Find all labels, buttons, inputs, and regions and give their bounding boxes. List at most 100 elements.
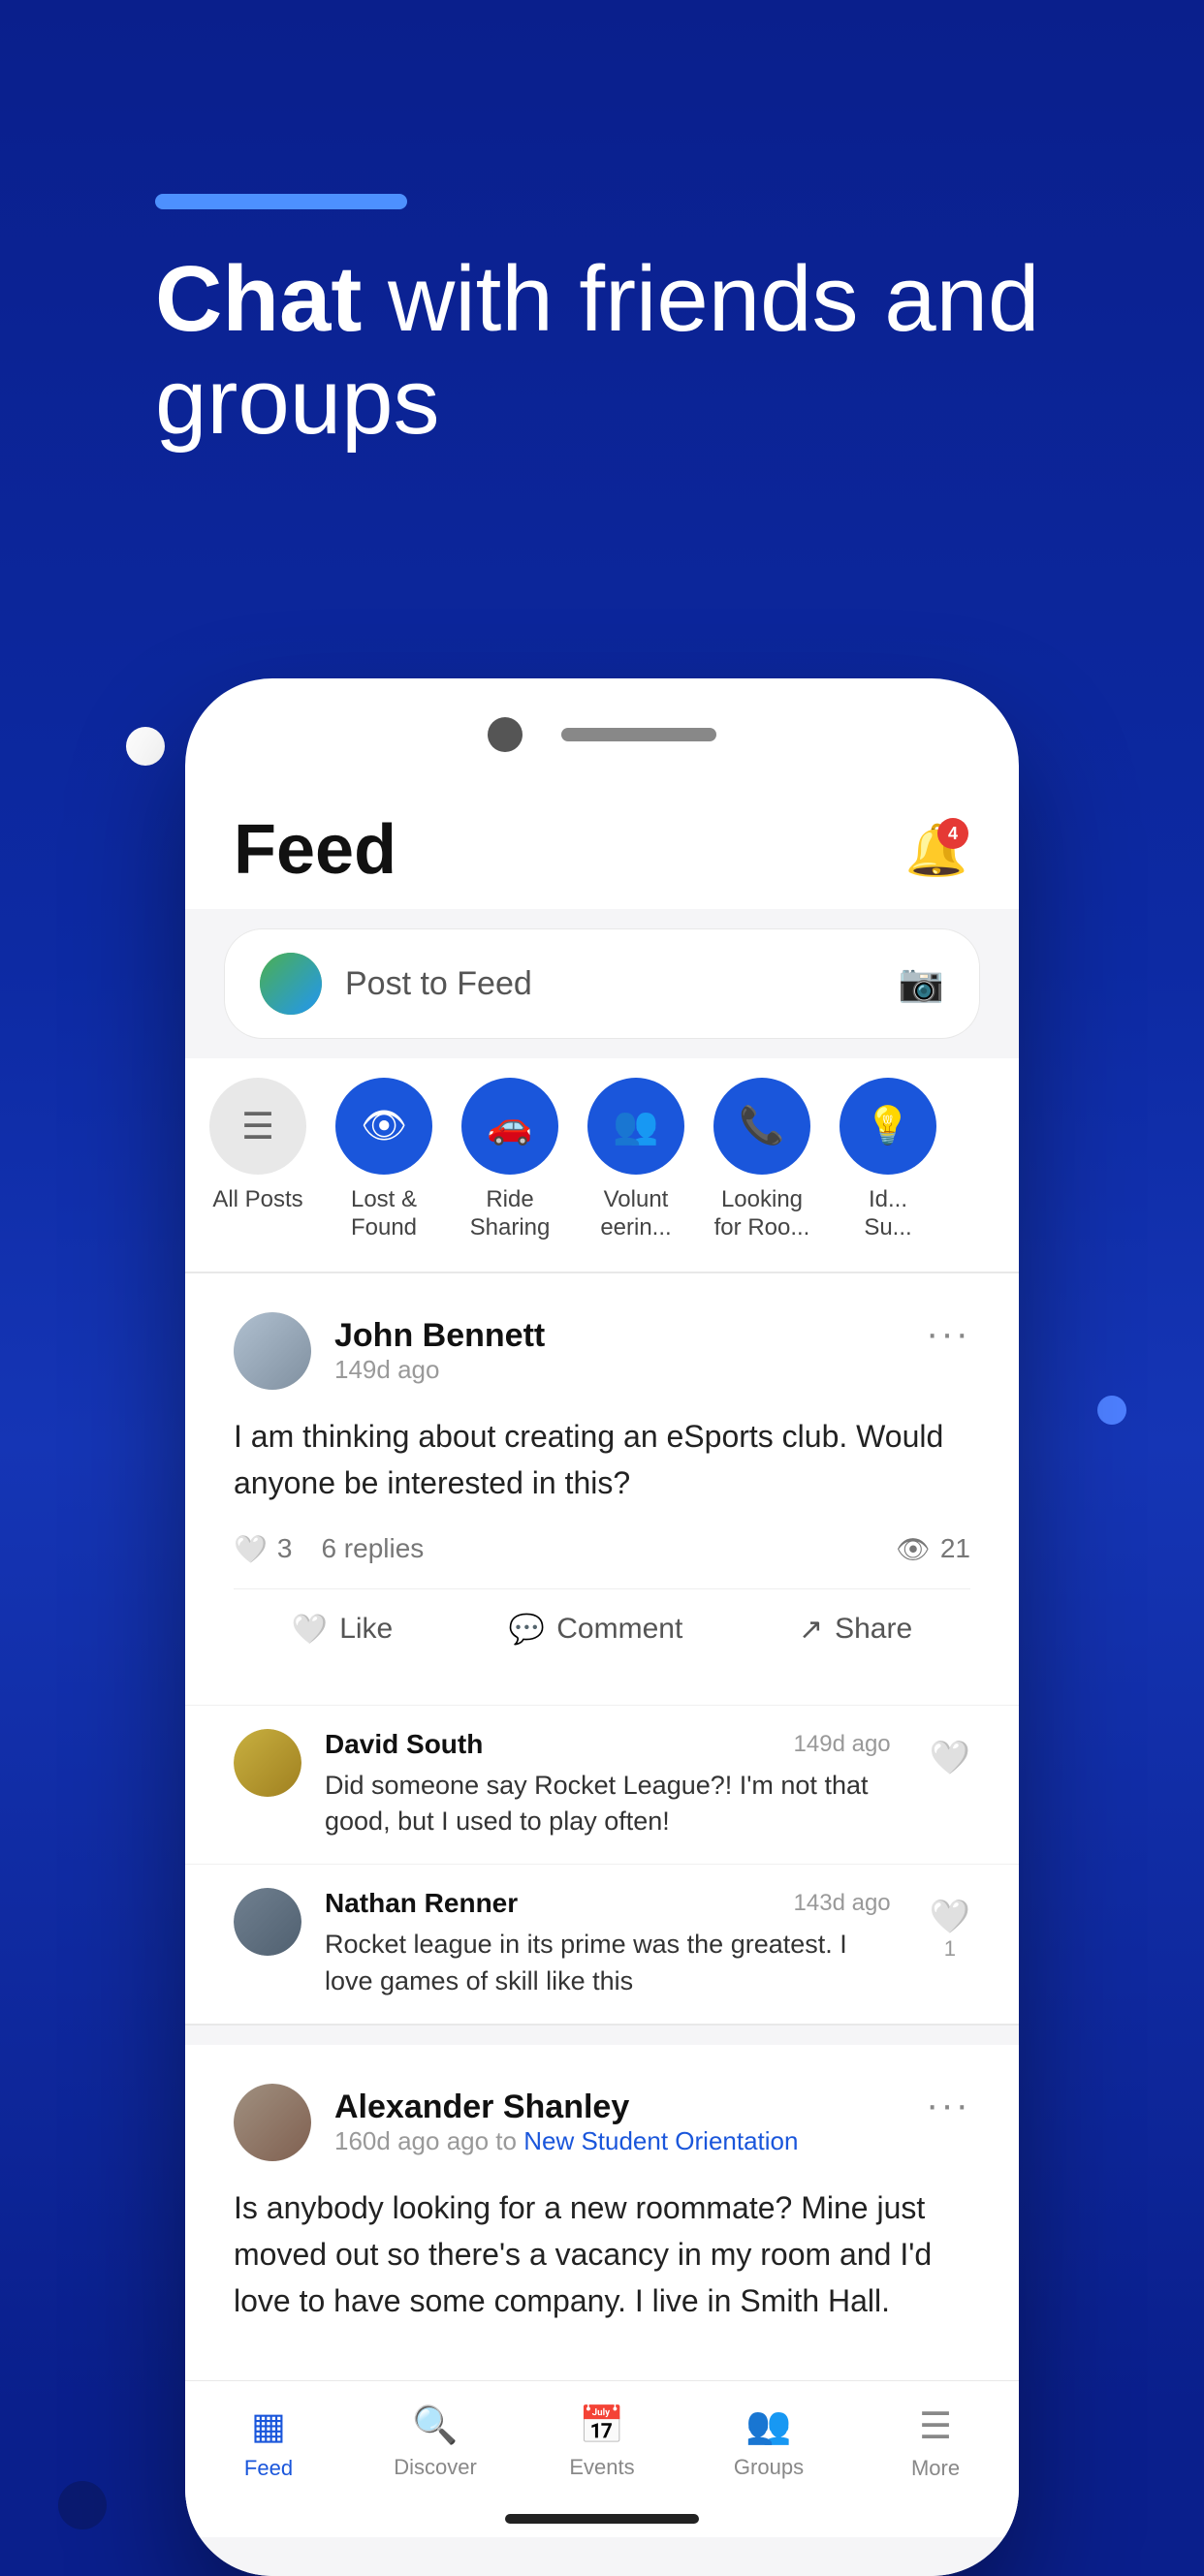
share-label: Share (835, 1613, 912, 1646)
comment-icon: 💬 (509, 1613, 545, 1647)
comment-1-like-area[interactable]: 🤍 (914, 1729, 970, 1777)
nav-discover[interactable]: 🔍 Discover (377, 2404, 493, 2481)
post-2-avatar (234, 2084, 311, 2161)
phone-speaker (561, 728, 716, 741)
roommate-icon-circle: 📞 (713, 1078, 810, 1175)
phone-container: Feed 🔔 4 Post to Feed 📷 (155, 678, 1049, 2576)
comment-2-time: 143d ago (794, 1890, 891, 1917)
post-2-header: Alexander Shanley 160d ago ago to New St… (234, 2084, 970, 2161)
nathan-avatar-img (234, 1888, 301, 1956)
feed-nav-label: Feed (244, 2456, 293, 2481)
comment-2-username: Nathan Renner (325, 1888, 518, 1919)
post-to-feed-bar[interactable]: Post to Feed 📷 (224, 928, 980, 1039)
headline-bold: Chat (155, 247, 362, 351)
app-content: Feed 🔔 4 Post to Feed 📷 (185, 781, 1019, 2576)
comment-2-like-icon: 🤍 (930, 1888, 970, 1936)
post-card-2: Alexander Shanley 160d ago ago to New St… (185, 2045, 1019, 2380)
post-1-avatar (234, 1312, 311, 1390)
post-1-meta: John Bennett 149d ago (334, 1317, 545, 1385)
tab-lost-found[interactable]: 👁 Lost &Found (331, 1078, 437, 1242)
phone-mockup: Feed 🔔 4 Post to Feed 📷 (185, 678, 1019, 2576)
bottom-nav: ▦ Feed 🔍 Discover 📅 Events 👥 Groups ☰ (185, 2380, 1019, 2500)
comment-1-time: 149d ago (794, 1731, 891, 1758)
home-indicator (505, 2514, 699, 2524)
share-icon: ↗ (799, 1613, 823, 1647)
discover-nav-label: Discover (394, 2455, 477, 2480)
alex-avatar-img (234, 2084, 311, 2161)
volunteering-label: Volunteerin... (600, 1186, 671, 1242)
comment-2-text: Rocket league in its prime was the great… (325, 1927, 891, 2000)
heart-icon: 🤍 (234, 1533, 268, 1565)
post-1-actions: 🤍 Like 💬 Comment ↗ Share (234, 1588, 970, 1647)
likes-count: 3 (277, 1533, 293, 1564)
like-button[interactable]: 🤍 Like (292, 1613, 393, 1647)
likes-stat: 🤍 3 (234, 1533, 292, 1565)
tab-volunteering[interactable]: 👥 Volunteerin... (583, 1078, 689, 1242)
all-posts-label: All Posts (212, 1186, 302, 1214)
roommate-icon: 📞 (739, 1105, 784, 1147)
views-stat: 👁 21 (896, 1533, 970, 1565)
all-posts-icon: ☰ (241, 1105, 274, 1148)
post-1-header: John Bennett 149d ago ··· (234, 1312, 970, 1390)
more-nav-label: More (911, 2456, 960, 2481)
nav-more[interactable]: ☰ More (877, 2404, 994, 2481)
volunteering-icon-circle: 👥 (587, 1078, 684, 1175)
david-avatar (234, 1729, 301, 1797)
nav-groups[interactable]: 👥 Groups (711, 2404, 827, 2481)
nav-feed[interactable]: ▦ Feed (210, 2404, 327, 2481)
events-nav-label: Events (569, 2455, 634, 2480)
tab-ideas[interactable]: 💡 Id...Su... (835, 1078, 941, 1242)
ideas-icon: 💡 (865, 1105, 910, 1147)
feed-title: Feed (234, 810, 396, 890)
lost-found-label: Lost &Found (351, 1186, 417, 1242)
phone-camera (488, 717, 523, 752)
decorative-dot-2 (1097, 1396, 1126, 1425)
comment-2-body: Nathan Renner 143d ago Rocket league in … (325, 1888, 891, 2000)
lost-found-icon: 👁 (361, 1105, 407, 1147)
comment-1-body: David South 149d ago Did someone say Roc… (325, 1729, 891, 1841)
like-icon: 🤍 (292, 1613, 328, 1647)
share-button[interactable]: ↗ Share (799, 1613, 912, 1647)
post-2-text: Is anybody looking for a new roommate? M… (234, 2184, 970, 2324)
post-2-meta: Alexander Shanley 160d ago ago to New St… (334, 2089, 798, 2156)
ideas-label: Id...Su... (864, 1186, 911, 1242)
post-card-1: John Bennett 149d ago ··· I am thinking … (185, 1273, 1019, 1705)
post-1-stats: 🤍 3 6 replies 👁 21 (234, 1533, 970, 1565)
comment-1-username: David South (325, 1729, 483, 1760)
david-avatar-img (234, 1729, 301, 1797)
replies-stat: 6 replies (321, 1533, 424, 1564)
tab-all-posts[interactable]: ☰ All Posts (205, 1078, 311, 1242)
headline: Chat with friends and groups (155, 248, 1049, 453)
camera-icon[interactable]: 📷 (899, 962, 944, 1005)
comment-1-header: David South 149d ago (325, 1729, 891, 1760)
accent-bar (155, 194, 407, 209)
decorative-dot-3 (58, 2481, 107, 2529)
category-tabs: ☰ All Posts 👁 Lost &Found 🚗 RideSharing (185, 1058, 1019, 1272)
lost-found-icon-circle: 👁 (335, 1078, 432, 1175)
views-count: 21 (940, 1533, 970, 1564)
feed-header: Feed 🔔 4 (185, 781, 1019, 909)
phone-top-bar (185, 717, 1019, 752)
comment-2-like-count: 1 (944, 1936, 956, 1962)
post-1-text: I am thinking about creating an eSports … (234, 1413, 970, 1506)
avatar-image (260, 953, 322, 1015)
eye-icon: 👁 (896, 1533, 931, 1565)
comment-2: Nathan Renner 143d ago Rocket league in … (185, 1864, 1019, 2024)
more-nav-icon: ☰ (919, 2404, 952, 2448)
roommate-label: Lookingfor Roo... (714, 1186, 810, 1242)
tab-looking-roommate[interactable]: 📞 Lookingfor Roo... (709, 1078, 815, 1242)
notification-badge: 4 (937, 818, 968, 849)
like-label: Like (339, 1613, 393, 1646)
comment-2-like-area[interactable]: 🤍 1 (914, 1888, 970, 1962)
nathan-avatar (234, 1888, 301, 1956)
post-2-more-menu[interactable]: ··· (926, 2084, 970, 2127)
groups-nav-label: Groups (734, 2455, 804, 2480)
feed-nav-icon: ▦ (251, 2404, 286, 2448)
tab-ride-sharing[interactable]: 🚗 RideSharing (457, 1078, 563, 1242)
comment-1-text: Did someone say Rocket League?! I'm not … (325, 1768, 891, 1841)
notification-button[interactable]: 🔔 4 (903, 816, 970, 884)
comment-button[interactable]: 💬 Comment (509, 1613, 682, 1647)
post-1-more-menu[interactable]: ··· (926, 1312, 970, 1356)
nav-events[interactable]: 📅 Events (544, 2404, 660, 2481)
replies-count: 6 replies (321, 1533, 424, 1564)
